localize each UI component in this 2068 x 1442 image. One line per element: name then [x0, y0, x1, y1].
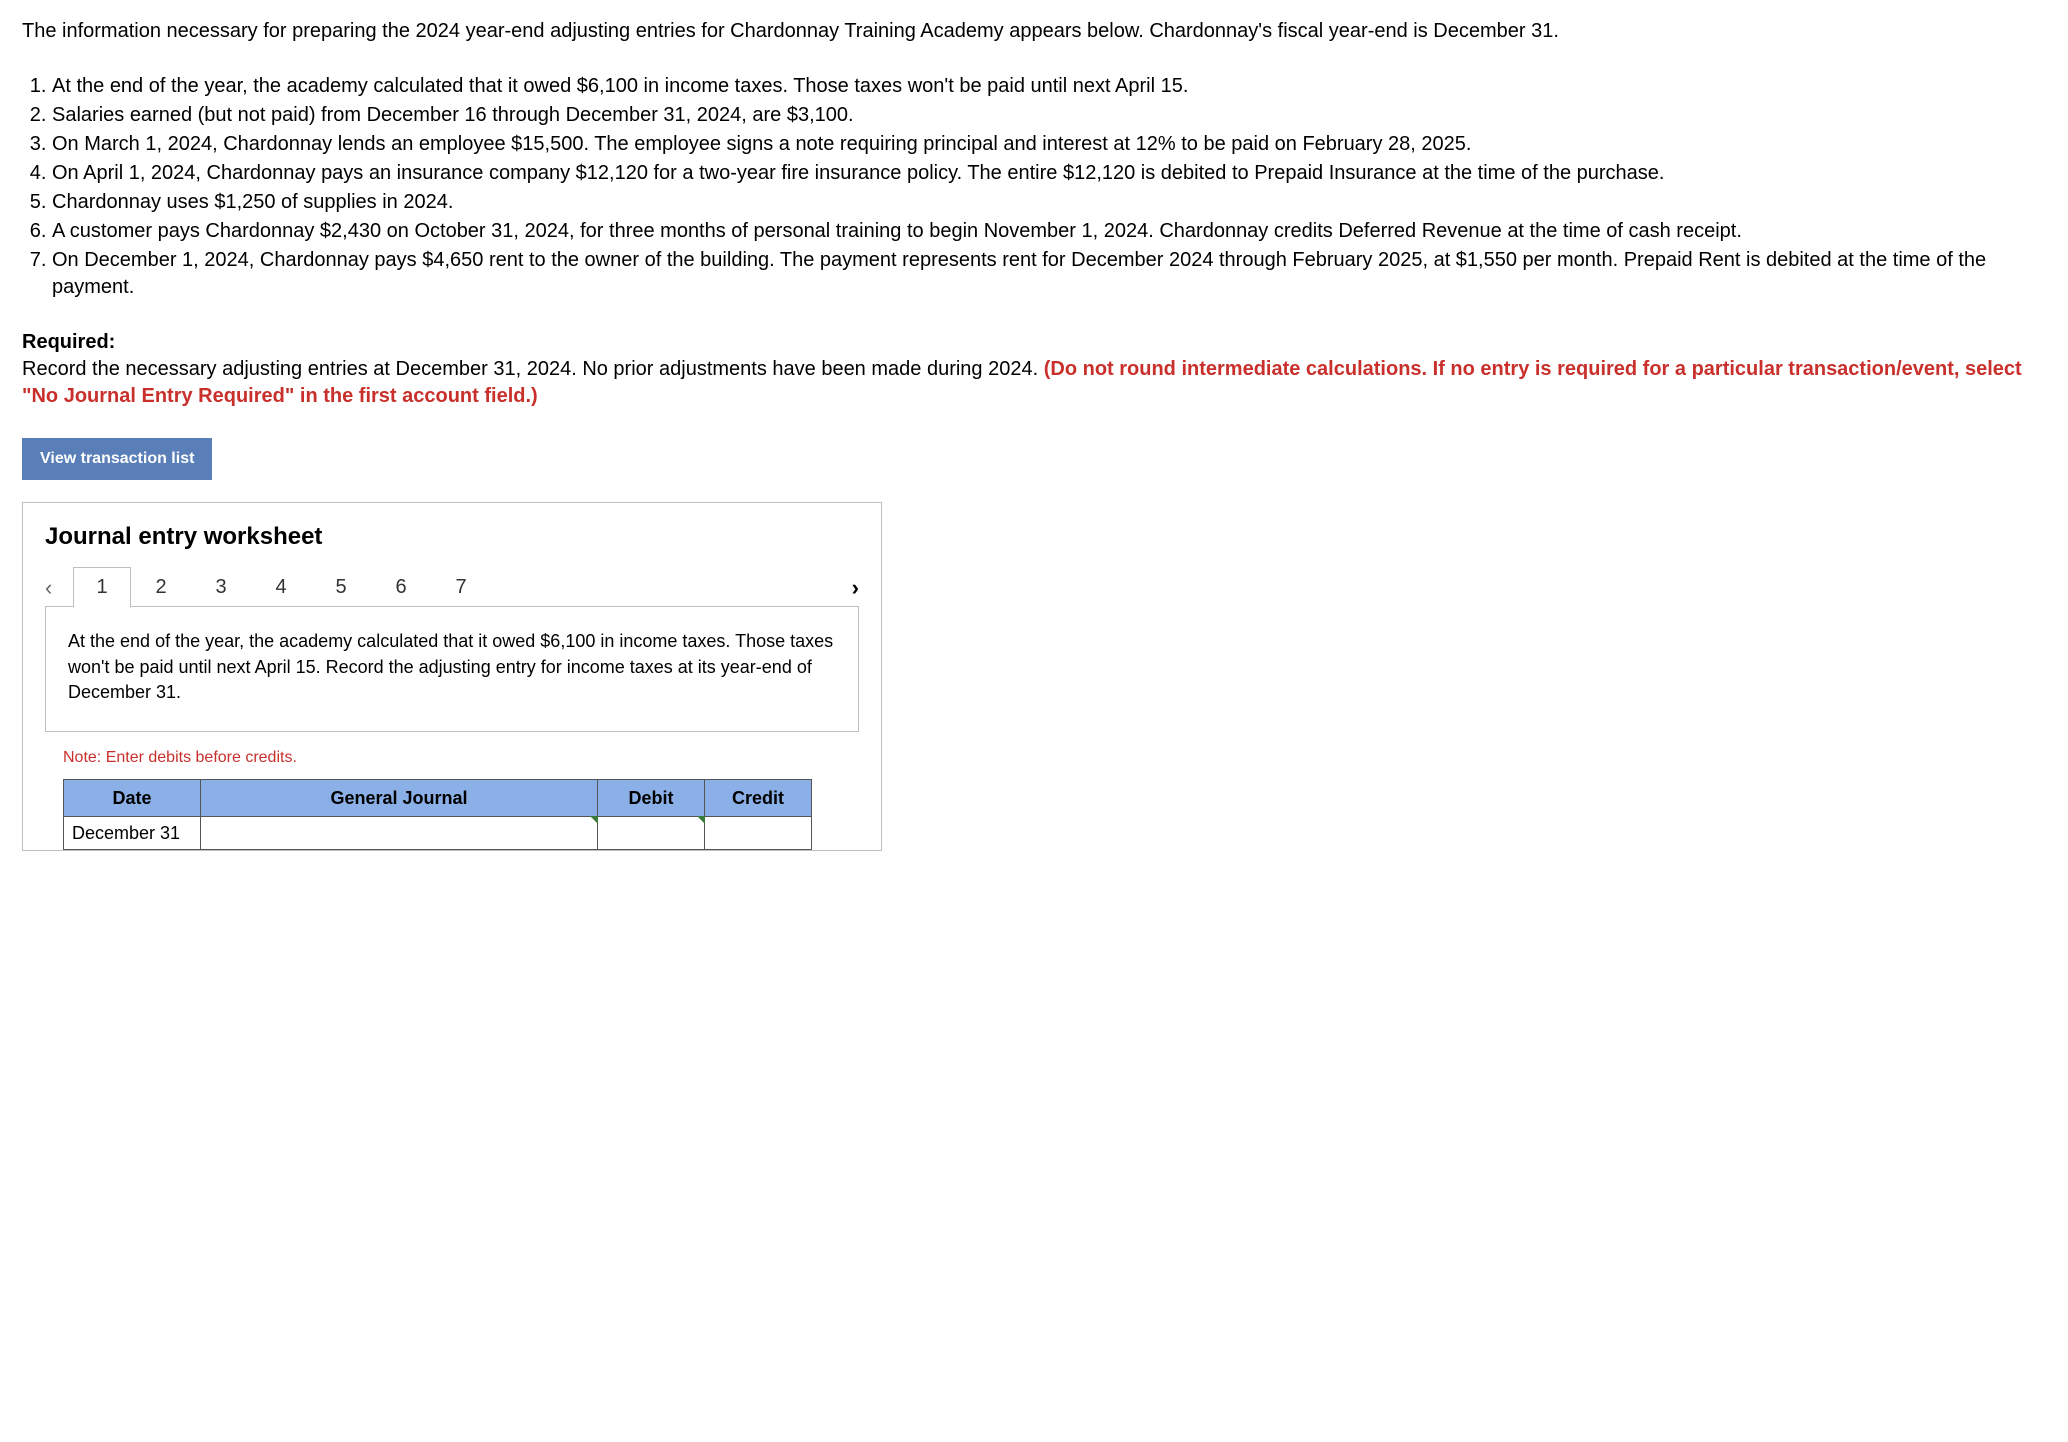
required-label: Required:	[22, 331, 115, 353]
list-item: Salaries earned (but not paid) from Dece…	[52, 102, 2046, 129]
chevron-left-icon[interactable]: ‹	[45, 573, 73, 603]
cell-debit[interactable]	[598, 816, 705, 849]
tab-6[interactable]: 6	[371, 568, 431, 607]
cell-general-journal[interactable]	[201, 816, 598, 849]
tabs-container: 1 2 3 4 5 6 7	[73, 567, 491, 607]
table-row: December 31	[64, 816, 812, 849]
note-text: Note: Enter debits before credits.	[63, 747, 859, 769]
cell-date[interactable]: December 31	[64, 816, 201, 849]
required-text: Record the necessary adjusting entries a…	[22, 358, 1044, 380]
tab-5[interactable]: 5	[311, 568, 371, 607]
table-header-row: Date General Journal Debit Credit	[64, 779, 812, 816]
list-item: On April 1, 2024, Chardonnay pays an ins…	[52, 160, 2046, 187]
view-transaction-list-button[interactable]: View transaction list	[22, 438, 212, 480]
chevron-right-icon[interactable]: ›	[831, 573, 859, 603]
list-item: At the end of the year, the academy calc…	[52, 73, 2046, 100]
header-credit: Credit	[705, 779, 812, 816]
tab-2[interactable]: 2	[131, 568, 191, 607]
list-item: On March 1, 2024, Chardonnay lends an em…	[52, 131, 2046, 158]
problem-list: At the end of the year, the academy calc…	[22, 73, 2046, 301]
transaction-description: At the end of the year, the academy calc…	[45, 606, 859, 732]
list-item: Chardonnay uses $1,250 of supplies in 20…	[52, 189, 2046, 216]
header-general-journal: General Journal	[201, 779, 598, 816]
tab-1[interactable]: 1	[73, 567, 131, 608]
journal-entry-worksheet-panel: Journal entry worksheet ‹ 1 2 3 4 5 6 7 …	[22, 502, 882, 851]
worksheet-title: Journal entry worksheet	[45, 521, 859, 553]
cell-credit[interactable]	[705, 816, 812, 849]
header-debit: Debit	[598, 779, 705, 816]
intro-text: The information necessary for preparing …	[22, 18, 2046, 45]
tab-7[interactable]: 7	[431, 568, 491, 607]
list-item: A customer pays Chardonnay $2,430 on Oct…	[52, 218, 2046, 245]
tab-3[interactable]: 3	[191, 568, 251, 607]
header-date: Date	[64, 779, 201, 816]
tab-4[interactable]: 4	[251, 568, 311, 607]
required-block: Required: Record the necessary adjusting…	[22, 329, 2046, 410]
tab-row: ‹ 1 2 3 4 5 6 7 ›	[45, 567, 859, 607]
list-item: On December 1, 2024, Chardonnay pays $4,…	[52, 247, 2046, 301]
journal-entry-table: Date General Journal Debit Credit Decemb…	[63, 779, 812, 851]
